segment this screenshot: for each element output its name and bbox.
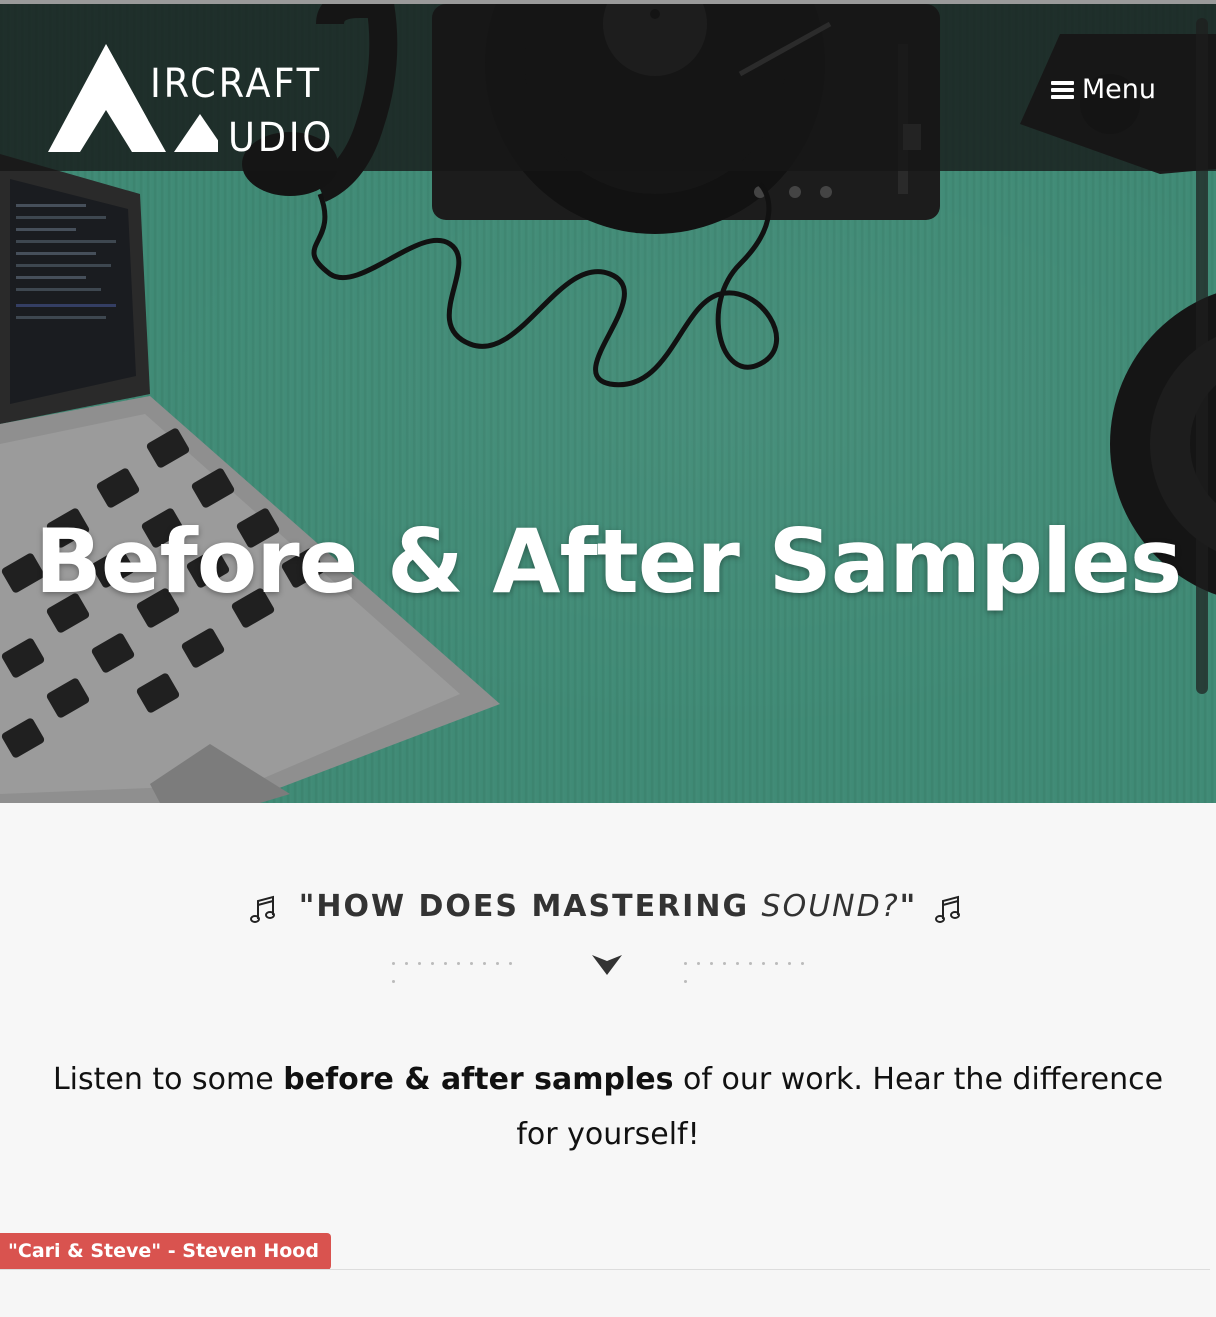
section-heading: "HOW DOES MASTERING SOUND?" [0,885,1216,935]
site-logo[interactable]: IRCRAFT UDIO [48,42,338,160]
scrollbar-thumb[interactable] [1196,18,1208,694]
window-top-border [0,0,1216,4]
sample-player-panel [0,1269,1210,1317]
section-heading-text: "HOW DOES MASTERING SOUND?" [298,889,918,924]
hamburger-icon [1050,80,1074,100]
music-note-icon [935,895,960,923]
logo-text-line1: IRCRAFT [150,61,322,107]
logo-text-line2: UDIO [228,115,335,161]
chevron-down-icon [592,955,622,975]
menu-label: Menu [1081,74,1156,105]
menu-button[interactable]: Menu [1050,74,1156,105]
laptop-illustration [0,154,500,803]
dotted-divider-right [684,960,824,983]
sample-title-tag[interactable]: "Cari & Steve" - Steven Hood [0,1233,331,1270]
dotted-divider-left [392,960,532,983]
page-title: Before & After Samples [34,510,1182,613]
hero-banner: IRCRAFT UDIO Menu Before & After Samples [0,4,1216,803]
intro-paragraph: Listen to some before & after samples of… [52,1062,1164,1152]
